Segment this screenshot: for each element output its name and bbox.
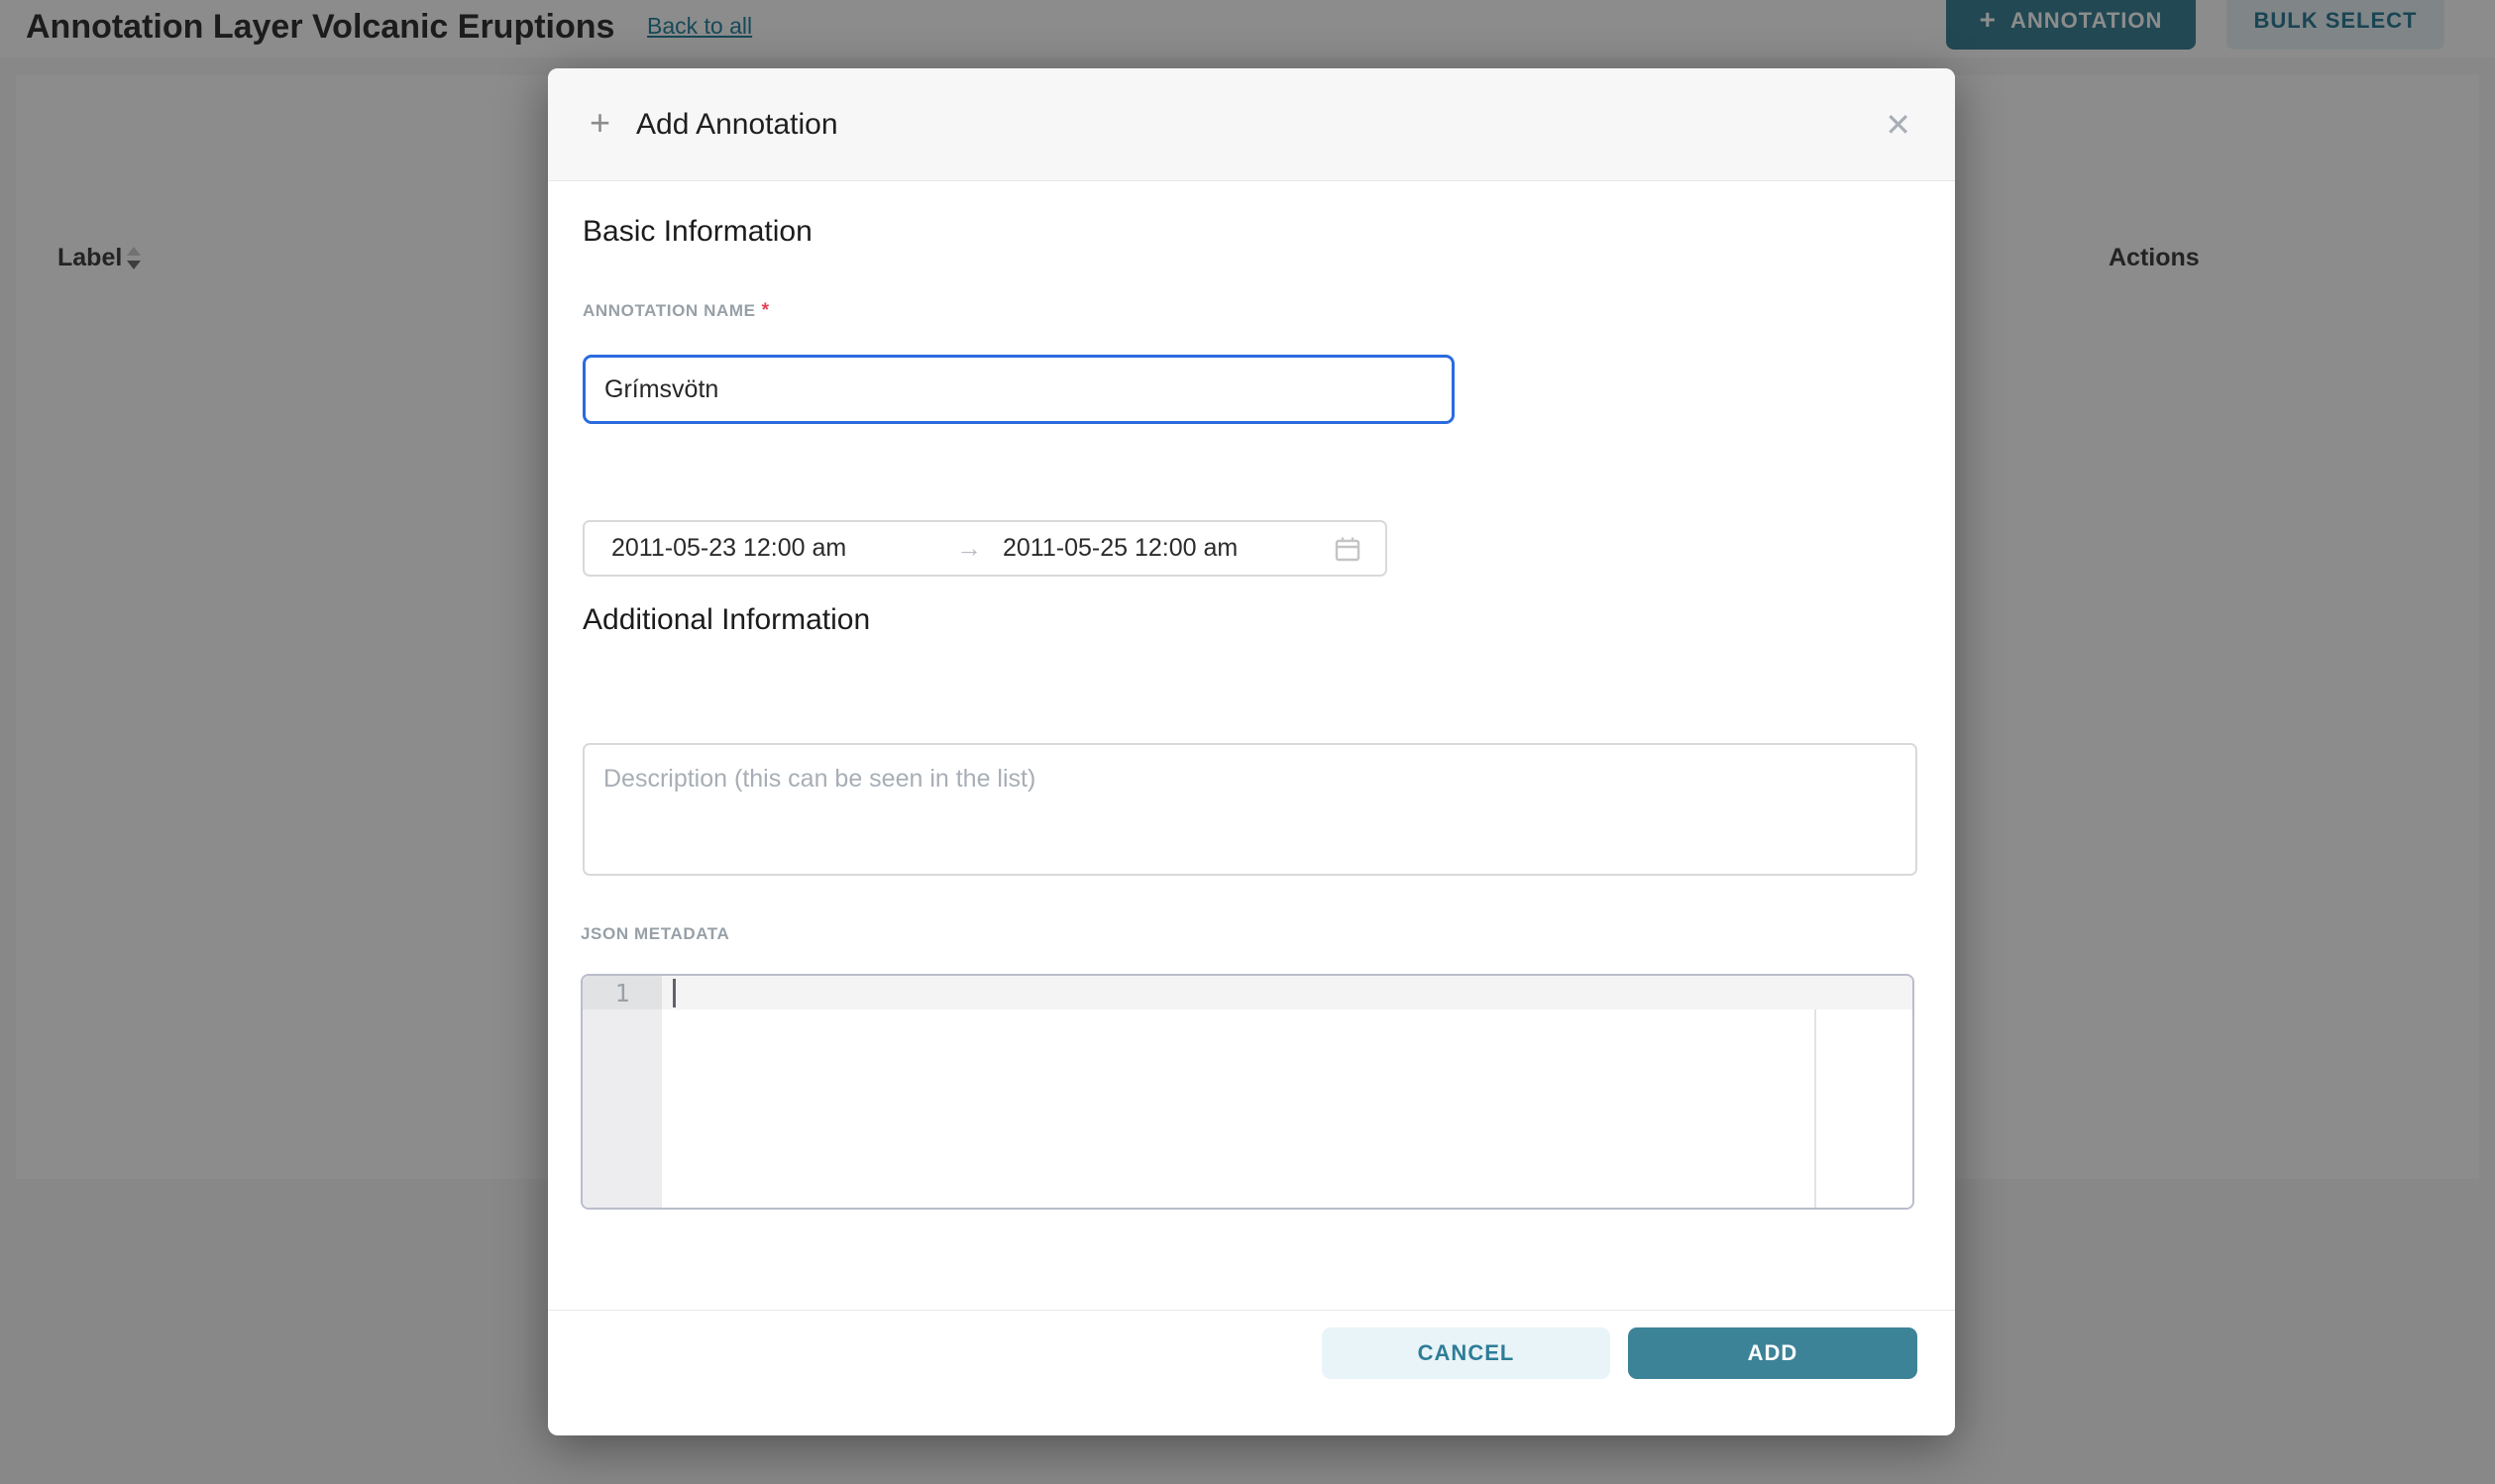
editor-gutter bbox=[583, 976, 662, 1208]
json-metadata-editor[interactable]: 1 bbox=[581, 974, 1914, 1210]
close-icon[interactable]: ✕ bbox=[1885, 109, 1911, 141]
modal-title: Add Annotation bbox=[636, 108, 838, 142]
date-end-value[interactable]: 2011-05-25 12:00 am bbox=[1000, 534, 1334, 563]
footer-divider bbox=[548, 1310, 1955, 1311]
section-basic-information: Basic Information bbox=[583, 215, 813, 249]
editor-active-line bbox=[662, 976, 1912, 1009]
annotation-name-input[interactable] bbox=[583, 355, 1455, 424]
section-additional-information: Additional Information bbox=[583, 603, 870, 637]
date-start-value[interactable]: 2011-05-23 12:00 am bbox=[611, 534, 938, 563]
json-metadata-label: JSON METADATA bbox=[581, 924, 729, 944]
arrow-right-icon: → bbox=[938, 533, 1000, 564]
plus-icon: + bbox=[590, 105, 610, 141]
required-asterisk: * bbox=[762, 300, 770, 321]
app-window: Annotation Layer Volcanic Eruptions Back… bbox=[0, 0, 2495, 1484]
add-annotation-modal: + Add Annotation ✕ Basic Information ANN… bbox=[548, 68, 1955, 1435]
modal-header: + Add Annotation ✕ bbox=[548, 68, 1955, 181]
editor-print-margin bbox=[1814, 1009, 1816, 1208]
editor-line-number: 1 bbox=[583, 976, 662, 1009]
cancel-button[interactable]: CANCEL bbox=[1322, 1327, 1610, 1379]
calendar-icon bbox=[1334, 535, 1361, 563]
annotation-name-label: ANNOTATION NAME* bbox=[583, 300, 770, 322]
text-cursor bbox=[673, 979, 676, 1007]
date-range-picker[interactable]: 2011-05-23 12:00 am → 2011-05-25 12:00 a… bbox=[583, 520, 1387, 577]
add-button[interactable]: ADD bbox=[1628, 1327, 1917, 1379]
description-textarea[interactable] bbox=[583, 743, 1917, 876]
